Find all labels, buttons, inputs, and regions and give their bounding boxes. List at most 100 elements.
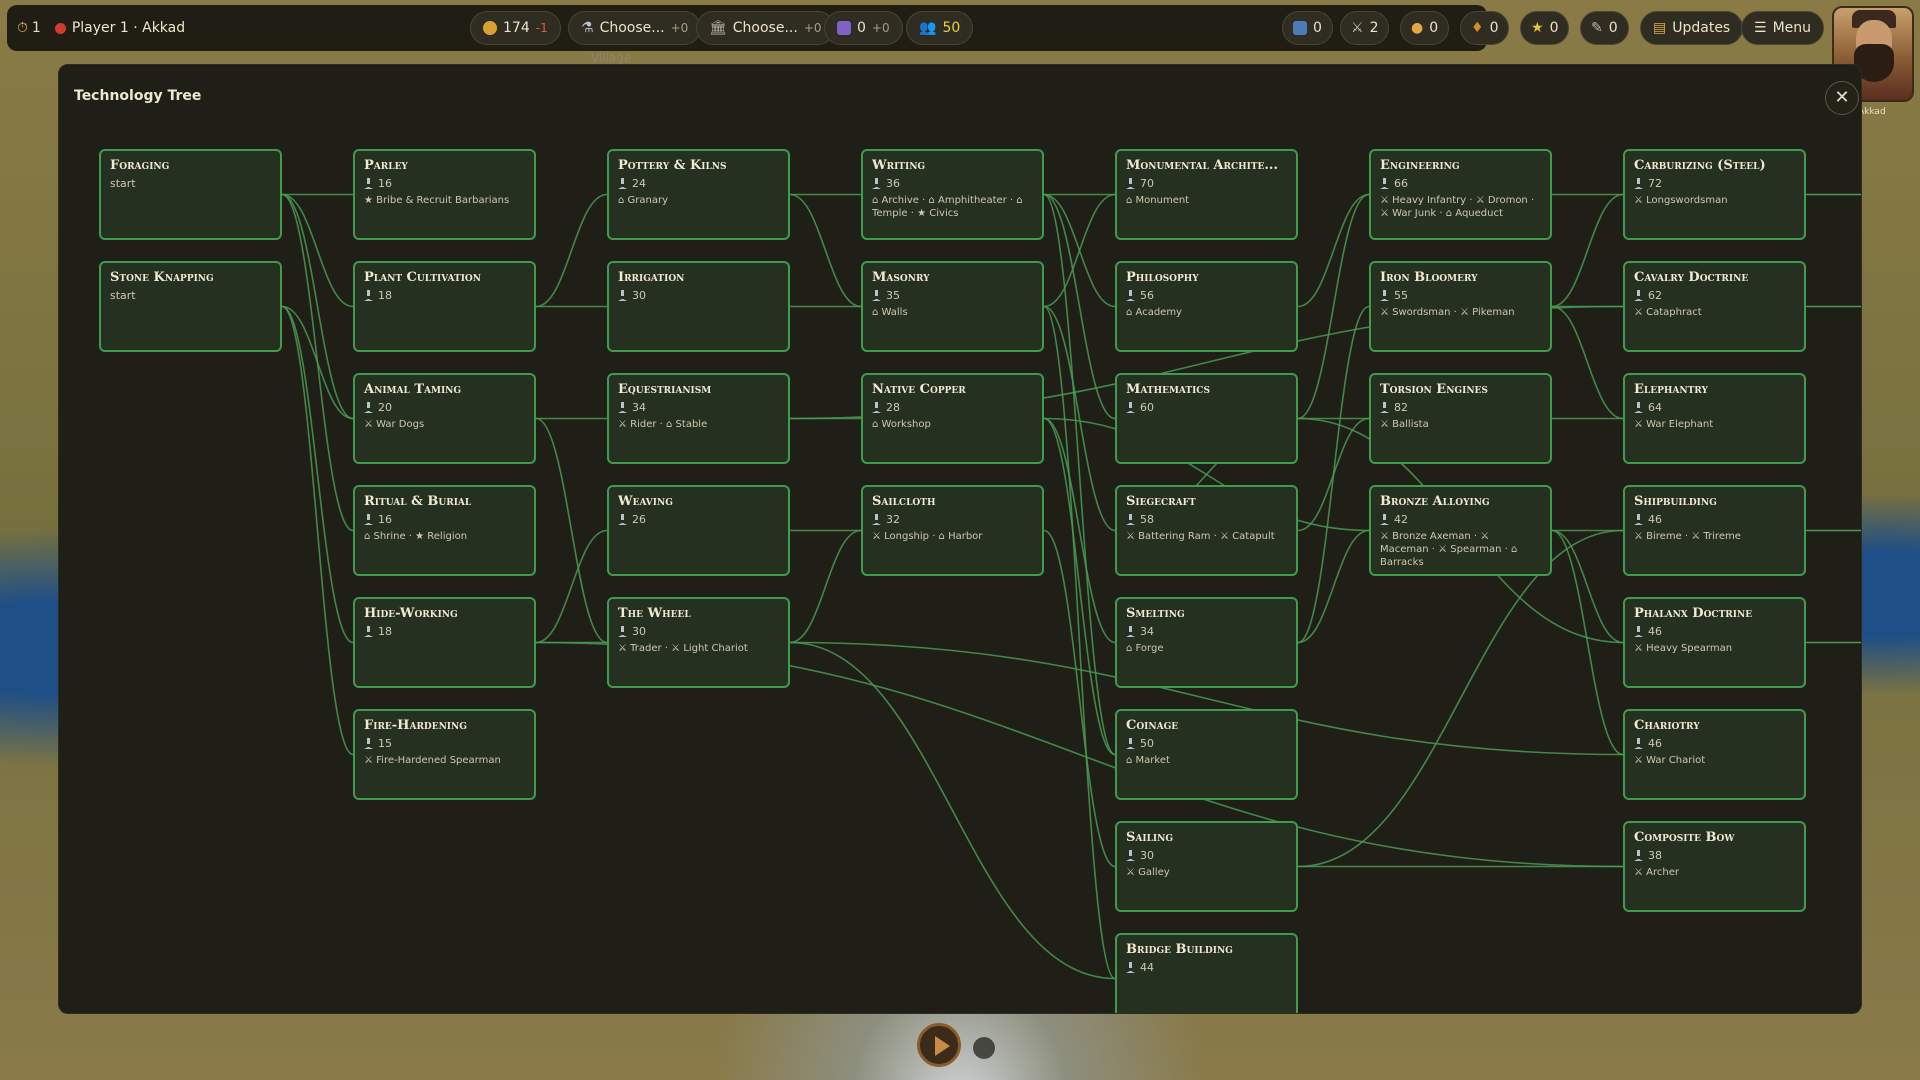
tech-node-bronze-alloying[interactable]: Bronze Alloying 42 ⚔ Bronze Axeman · ⚔ Mac… xyxy=(1369,485,1552,576)
tech-name: Equestrianism xyxy=(618,382,712,397)
stat-population[interactable]: ● 0 xyxy=(1400,11,1450,45)
tech-unlocks: ⚔ Rider · ⌂ Stable xyxy=(618,419,708,430)
tech-node-mathematics[interactable]: Mathematics 60 xyxy=(1115,373,1298,464)
tech-cost-value: 64 xyxy=(1648,401,1662,414)
tech-edge-plant-cultivation-to-pottery-kilns xyxy=(535,193,608,308)
tech-cost-value: 30 xyxy=(1140,849,1154,862)
tech-node-foraging[interactable]: Foraging start xyxy=(99,149,282,240)
tech-node-iron-bloomery[interactable]: Iron Bloomery 55 ⚔ Swordsman · ⚔ Pikeman xyxy=(1369,261,1552,352)
tech-node-shipbuilding[interactable]: Shipbuilding 46 ⚔ Bireme · ⚔ Trireme xyxy=(1623,485,1806,576)
flask-icon xyxy=(1126,178,1135,189)
tech-name: Weaving xyxy=(618,494,673,509)
flask-icon xyxy=(1380,178,1389,189)
crossed-swords-icon: ⚔ xyxy=(1351,20,1364,36)
tech-name: Parley xyxy=(364,158,408,173)
tech-node-sailcloth[interactable]: Sailcloth 32 ⚔ Longship · ⌂ Harbor xyxy=(861,485,1044,576)
tech-node-torsion-engines[interactable]: Torsion Engines 82 ⚔ Ballista xyxy=(1369,373,1552,464)
tech-node-philosophy[interactable]: Philosophy 56 ⌂ Academy xyxy=(1115,261,1298,352)
tech-unlocks: ⌂ Archive · ⌂ Amphitheater · ⌂ Temple · … xyxy=(872,195,1023,219)
tech-unlocks: ⌂ Granary xyxy=(618,195,669,206)
tech-node-stone-knapping[interactable]: Stone Knapping start xyxy=(99,261,282,352)
tech-edge-masonry-to-bridge-building xyxy=(1043,305,1116,980)
tech-name: Sailing xyxy=(1126,830,1174,845)
tech-node-masonry[interactable]: Masonry 35 ⌂ Walls xyxy=(861,261,1044,352)
tech-node-weaving[interactable]: Weaving 26 xyxy=(607,485,790,576)
tech-cost: 16 xyxy=(364,513,525,526)
tech-cost: 18 xyxy=(364,625,525,638)
tech-node-bridge-building[interactable]: Bridge Building 44 xyxy=(1115,933,1298,1013)
tech-node-irrigation[interactable]: Irrigation 30 xyxy=(607,261,790,352)
tech-node-monumental-architecture[interactable]: Monumental Archite... 70 ⌂ Monument xyxy=(1115,149,1298,240)
tech-node-engineering[interactable]: Engineering 66 ⚔ Heavy Infantry · ⚔ Dromon… xyxy=(1369,149,1552,240)
tech-name: Iron Bloomery xyxy=(1380,270,1478,285)
tech-node-equestrianism[interactable]: Equestrianism 34 ⚔ Rider · ⌂ Stable xyxy=(607,373,790,464)
tech-name: Coinage xyxy=(1126,718,1179,733)
tech-node-cavalry-doctrine[interactable]: Cavalry Doctrine 62 ⚔ Cataphract xyxy=(1623,261,1806,352)
tech-cost-value: 20 xyxy=(378,401,392,414)
tech-cost-value: 18 xyxy=(378,625,392,638)
tech-node-parley[interactable]: Parley 16 ★ Bribe & Recruit Barbarians xyxy=(353,149,536,240)
tech-name: Carburizing (Steel) xyxy=(1634,158,1766,173)
play-button[interactable] xyxy=(917,1023,961,1067)
tech-cost-value: start xyxy=(110,289,136,302)
tech-node-coinage[interactable]: Coinage 50 ⌂ Market xyxy=(1115,709,1298,800)
tech-node-animal-taming[interactable]: Animal Taming 20 ⚔ War Dogs xyxy=(353,373,536,464)
tech-node-writing[interactable]: Writing 36 ⌂ Archive · ⌂ Amphitheater · ⌂ … xyxy=(861,149,1044,240)
tech-node-elephantry[interactable]: Elephantry 64 ⚔ War Elephant xyxy=(1623,373,1806,464)
tech-name: Smelting xyxy=(1126,606,1185,621)
tech-cost-value: 30 xyxy=(632,625,646,638)
research-selector[interactable]: ⚗ Choose... +0 xyxy=(568,11,702,45)
medal-icon: ♦ xyxy=(1471,20,1484,36)
stat-score[interactable]: ★ 0 xyxy=(1520,11,1570,45)
people-icon: 👥 xyxy=(919,20,937,36)
stat-diplomacy-value: 0 xyxy=(1608,20,1618,36)
flask-icon xyxy=(1380,514,1389,525)
civic-delta: +0 xyxy=(803,21,822,35)
tech-node-pottery-kilns[interactable]: Pottery & Kilns 24 ⌂ Granary xyxy=(607,149,790,240)
stat-great-people[interactable]: ♦ 0 xyxy=(1460,11,1510,45)
tech-unlocks: ⚔ Heavy Spearman xyxy=(1634,643,1733,654)
menu-button[interactable]: ☰ Menu xyxy=(1741,11,1825,45)
gold-display[interactable]: 174 -1 xyxy=(470,11,561,45)
civic-selector[interactable]: 🏛 Choose... +0 xyxy=(696,11,835,45)
tech-name: Philosophy xyxy=(1126,270,1199,285)
tech-node-hide-working[interactable]: Hide-Working 18 xyxy=(353,597,536,688)
faith-display[interactable]: 0 +0 xyxy=(824,11,903,45)
tech-node-fire-hardening[interactable]: Fire-Hardening 15 ⚔ Fire-Hardened Spearman xyxy=(353,709,536,800)
tech-unlocks: ⚔ War Chariot xyxy=(1634,755,1706,766)
tech-name: Siegecraft xyxy=(1126,494,1196,509)
tech-node-sailing[interactable]: Sailing 30 ⚔ Galley xyxy=(1115,821,1298,912)
stat-cities[interactable]: 0 xyxy=(1282,11,1333,45)
tech-unlocks: ⌂ Shrine · ★ Religion xyxy=(364,531,468,542)
tech-name: Engineering xyxy=(1380,158,1460,173)
tech-cost-value: 38 xyxy=(1648,849,1662,862)
happiness-display[interactable]: 👥 50 xyxy=(906,11,974,45)
tech-node-the-wheel[interactable]: The Wheel 30 ⚔ Trader · ⚔ Light Chariot xyxy=(607,597,790,688)
tech-unlocks: ⚔ Archer xyxy=(1634,867,1679,878)
tech-cost-value: 46 xyxy=(1648,737,1662,750)
tech-cost-value: 44 xyxy=(1140,961,1154,974)
tech-node-ritual-burial[interactable]: Ritual & Burial 16 ⌂ Shrine · ★ Religion xyxy=(353,485,536,576)
star-icon: ★ xyxy=(1531,20,1544,36)
stat-diplomacy[interactable]: ✎ 0 xyxy=(1580,11,1629,45)
tech-cost-value: 34 xyxy=(1140,625,1154,638)
tech-node-native-copper[interactable]: Native Copper 28 ⌂ Workshop xyxy=(861,373,1044,464)
tech-node-siegecraft[interactable]: Siegecraft 58 ⚔ Battering Ram · ⚔ Catapult xyxy=(1115,485,1298,576)
tech-cost: start xyxy=(110,177,271,190)
stat-military[interactable]: ⚔ 2 xyxy=(1340,11,1390,45)
tech-node-carburizing[interactable]: Carburizing (Steel) 72 ⚔ Longswordsman xyxy=(1623,149,1806,240)
flask-icon xyxy=(872,290,881,301)
tech-name: Sailcloth xyxy=(872,494,936,509)
tech-node-chariotry[interactable]: Chariotry 46 ⚔ War Chariot xyxy=(1623,709,1806,800)
tech-node-phalanx-doctrine[interactable]: Phalanx Doctrine 46 ⚔ Heavy Spearman xyxy=(1623,597,1806,688)
tech-node-smelting[interactable]: Smelting 34 ⌂ Forge xyxy=(1115,597,1298,688)
updates-button[interactable]: ▤ Updates xyxy=(1640,11,1744,45)
tech-node-plant-cultivation[interactable]: Plant Cultivation 18 xyxy=(353,261,536,352)
tech-node-composite-bow[interactable]: Composite Bow 38 ⚔ Archer xyxy=(1623,821,1806,912)
flask-icon xyxy=(1634,514,1643,525)
flask-icon xyxy=(1634,402,1643,413)
tech-cost: 15 xyxy=(364,737,525,750)
tech-edge-masonry-to-monumental-architecture xyxy=(1043,193,1116,308)
flask-icon xyxy=(1634,626,1643,637)
fast-forward-button[interactable] xyxy=(973,1037,995,1059)
